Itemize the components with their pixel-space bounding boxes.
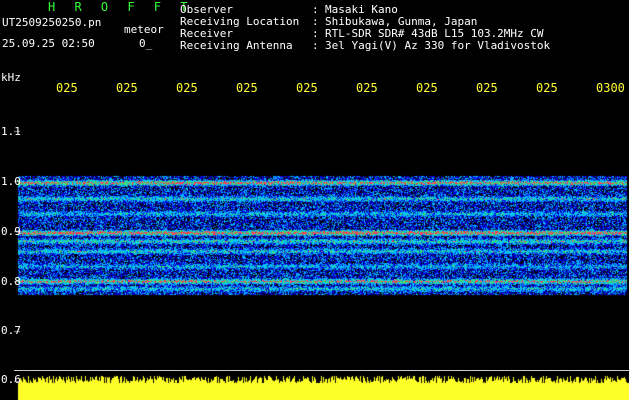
date-time: 25.09.25 02:50 bbox=[2, 37, 95, 50]
x-tick-label: 0300 bbox=[596, 81, 625, 95]
date-time-value: 0_ bbox=[139, 37, 153, 50]
brand-title: H R O F F T bbox=[48, 0, 194, 14]
y-tick-label: 1.1 bbox=[1, 125, 21, 138]
spectrogram-canvas bbox=[0, 97, 629, 400]
baseline-rule bbox=[14, 370, 629, 371]
y-tick-label: 0.6 bbox=[1, 373, 21, 386]
x-tick-label: 025 bbox=[116, 81, 138, 95]
x-tick-label: 025 bbox=[296, 81, 318, 95]
filename: UT2509250250.pn bbox=[2, 16, 102, 29]
antenna-colon: : bbox=[312, 39, 319, 52]
y-tick-label: 1.0 bbox=[1, 175, 21, 188]
x-tick-label: 025 bbox=[416, 81, 438, 95]
x-tick-label: 025 bbox=[236, 81, 258, 95]
y-axis-unit: kHz bbox=[1, 71, 21, 84]
x-tick-label: 025 bbox=[176, 81, 198, 95]
antenna-value: 3el Yagi(V) Az 330 for Vladivostok bbox=[325, 39, 551, 52]
y-tick-label: 0.9 bbox=[1, 225, 21, 238]
y-tick-label: 0.8 bbox=[1, 275, 21, 288]
x-tick-label: 025 bbox=[356, 81, 378, 95]
y-tick-label: 0.7 bbox=[1, 324, 21, 337]
x-tick-label: 025 bbox=[476, 81, 498, 95]
x-tick-label: 025 bbox=[56, 81, 78, 95]
x-tick-label: 025 bbox=[536, 81, 558, 95]
filename-suffix: meteor bbox=[124, 23, 164, 36]
antenna-label: Receiving Antenna bbox=[180, 39, 293, 52]
